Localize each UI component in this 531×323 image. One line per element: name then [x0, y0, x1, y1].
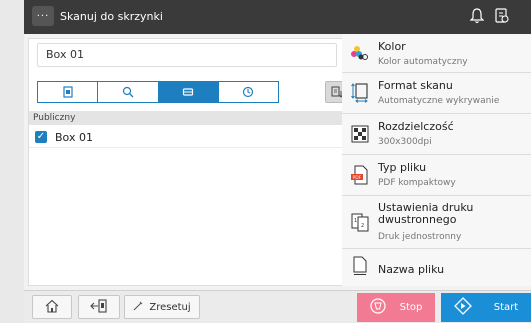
reset-icon — [133, 301, 143, 314]
stop-label: Stop — [399, 302, 423, 313]
setting-scan-format[interactable]: Format skanu Automatyczne wykrywanie — [342, 73, 531, 114]
start-icon — [453, 297, 472, 318]
setting-value: PDF kompaktowy — [378, 178, 456, 188]
search-tool[interactable] — [98, 82, 159, 102]
setting-file-type[interactable]: PDF Typ pliku PDF kompaktowy — [342, 155, 531, 196]
notification-bell-icon[interactable] — [467, 6, 487, 26]
duplex-icon: 12 — [350, 212, 370, 232]
list-item[interactable]: ✓ Box 01 — [29, 127, 347, 148]
setting-value: 300x300dpi — [378, 137, 432, 147]
start-button[interactable]: Start — [441, 293, 531, 322]
section-header-public: Publiczny — [29, 111, 347, 125]
top-bar: ··· Skanuj do skrzynki — [24, 0, 531, 34]
setting-title: Ustawienia druku dwustronnego — [378, 201, 474, 226]
box-name-field[interactable]: Box 01 — [37, 43, 337, 67]
job-list-icon[interactable] — [492, 6, 512, 26]
page-title: Skanuj do skrzynki — [60, 10, 163, 23]
setting-color[interactable]: Kolor Kolor automatyczny — [342, 34, 531, 73]
svg-text:2: 2 — [361, 223, 364, 229]
box-info-icon — [62, 83, 74, 102]
clock-icon — [242, 83, 254, 102]
file-name-icon — [350, 256, 370, 276]
setting-value: Druk jednostronny — [378, 232, 462, 242]
settings-panel: Kolor Kolor automatyczny Format skanu Au… — [342, 34, 531, 286]
box-toolbar — [37, 81, 279, 103]
box-exit-icon — [90, 298, 108, 316]
list-item-label: Box 01 — [55, 130, 93, 144]
setting-title: Typ pliku — [378, 161, 427, 174]
menu-button[interactable]: ··· — [32, 6, 54, 26]
home-icon — [45, 299, 59, 316]
setting-resolution[interactable]: Rozdzielczość 300x300dpi — [342, 114, 531, 155]
setting-duplex[interactable]: 12 Ustawienia druku dwustronnego Druk je… — [342, 196, 531, 249]
setting-file-name[interactable]: Nazwa pliku — [342, 249, 531, 283]
tray-icon — [182, 83, 194, 102]
box-info-tool[interactable] — [38, 82, 99, 102]
checkbox-checked[interactable]: ✓ — [35, 131, 47, 143]
search-icon — [122, 83, 134, 102]
box-tray-tool[interactable] — [158, 82, 219, 102]
home-button[interactable] — [32, 295, 72, 319]
reset-button[interactable]: Zresetuj — [124, 295, 200, 319]
scan-size-icon — [350, 83, 370, 103]
setting-title: Rozdzielczość — [378, 120, 454, 133]
setting-title: Nazwa pliku — [378, 263, 445, 276]
stop-button[interactable]: Stop — [357, 293, 435, 322]
setting-value: Kolor automatyczny — [378, 57, 468, 67]
setting-title: Format skanu — [378, 79, 453, 92]
color-icon — [350, 43, 370, 63]
setting-value: Automatyczne wykrywanie — [378, 96, 500, 106]
resolution-icon — [350, 124, 370, 144]
stop-icon — [370, 298, 386, 317]
start-label: Start — [493, 302, 519, 313]
pdf-file-icon: PDF — [350, 165, 370, 185]
box-list-panel: Box 01 Publiczny ✓ Box 01 — [28, 38, 349, 286]
screen: ··· Skanuj do skrzynki Box 01 Publiczny … — [24, 0, 531, 323]
setting-title: Kolor — [378, 40, 406, 53]
svg-text:1: 1 — [354, 218, 357, 224]
eject-box-button[interactable] — [78, 295, 120, 319]
reset-label: Zresetuj — [149, 301, 191, 313]
history-tool[interactable] — [218, 82, 278, 102]
svg-text:PDF: PDF — [353, 175, 362, 181]
